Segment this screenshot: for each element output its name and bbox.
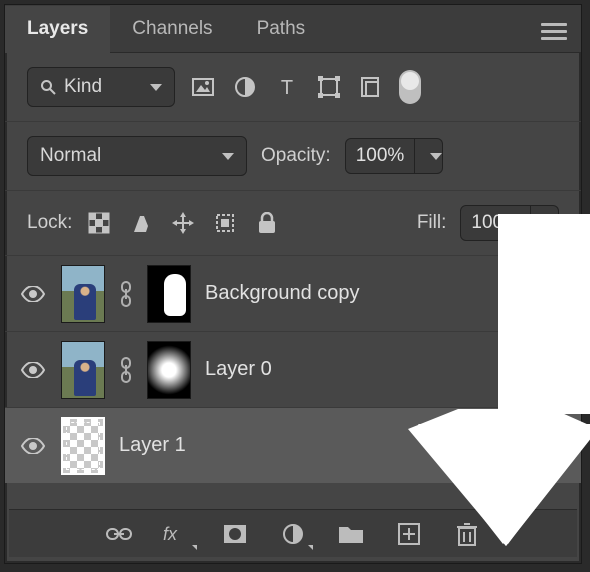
layer-name[interactable]: Layer 1: [119, 434, 567, 457]
layer-row[interactable]: Background copy: [5, 255, 581, 331]
tab-layers[interactable]: Layers: [5, 6, 110, 53]
layer-fx-icon[interactable]: fx: [163, 520, 191, 548]
lock-all-icon[interactable]: [254, 210, 280, 236]
opacity-stepper[interactable]: [415, 138, 443, 174]
mask-thumbnail[interactable]: [147, 265, 191, 323]
filter-kind-label: Kind: [64, 76, 102, 98]
blend-row: Normal Opacity: 100%: [5, 122, 581, 191]
layers-list: Background copy Layer 0 Layer 1: [5, 255, 581, 483]
chevron-down-icon: [430, 153, 442, 160]
layer-name[interactable]: Background copy: [205, 282, 567, 305]
delete-layer-icon[interactable]: [453, 520, 481, 548]
submenu-indicator-icon: [192, 545, 197, 550]
tab-paths[interactable]: Paths: [235, 5, 328, 52]
visibility-toggle[interactable]: [19, 432, 47, 460]
fill-input[interactable]: 100%: [460, 205, 531, 241]
filter-kind-dropdown[interactable]: Kind: [27, 67, 175, 107]
fill-stepper[interactable]: [531, 205, 559, 241]
layer-name[interactable]: Layer 0: [205, 358, 567, 381]
filter-shape-icon[interactable]: [315, 73, 343, 101]
lock-row: Lock: Fill: 100%: [5, 191, 581, 255]
tab-bar: Layers Channels Paths: [5, 5, 581, 53]
opacity-label: Opacity:: [261, 145, 331, 167]
blend-mode-value: Normal: [40, 145, 101, 167]
chevron-down-icon: [222, 153, 234, 160]
chevron-down-icon: [150, 84, 162, 91]
fill-field-wrap: 100%: [460, 205, 559, 241]
svg-text:T: T: [281, 77, 293, 97]
lock-position-icon[interactable]: [170, 210, 196, 236]
chevron-down-icon: [546, 220, 558, 227]
opacity-input[interactable]: 100%: [345, 138, 416, 174]
layer-row[interactable]: Layer 0: [5, 331, 581, 407]
lock-artboard-icon[interactable]: [212, 210, 238, 236]
filter-pixel-icon[interactable]: [189, 73, 217, 101]
layer-row[interactable]: Layer 1: [5, 407, 581, 483]
layer-thumbnail[interactable]: [61, 265, 105, 323]
filter-smartobject-icon[interactable]: [357, 73, 385, 101]
layer-filter-row: Kind T: [5, 53, 581, 122]
lock-image-icon[interactable]: [128, 210, 154, 236]
new-adjustment-icon[interactable]: [279, 520, 307, 548]
lock-icons: [86, 210, 280, 236]
filter-adjustment-icon[interactable]: [231, 73, 259, 101]
blend-mode-dropdown[interactable]: Normal: [27, 136, 247, 176]
visibility-toggle[interactable]: [19, 356, 47, 384]
tab-channels[interactable]: Channels: [110, 5, 234, 52]
mask-link-icon[interactable]: [119, 279, 133, 309]
lock-label: Lock:: [27, 212, 72, 234]
layer-thumbnail[interactable]: [61, 341, 105, 399]
new-layer-icon[interactable]: [395, 520, 423, 548]
opacity-field-wrap: 100%: [345, 138, 444, 174]
visibility-toggle[interactable]: [19, 280, 47, 308]
filter-type-icon[interactable]: T: [273, 73, 301, 101]
fill-label: Fill:: [417, 212, 447, 234]
svg-text:fx: fx: [163, 524, 178, 544]
mask-thumbnail[interactable]: [147, 341, 191, 399]
search-icon: [40, 79, 56, 95]
layers-panel: Layers Channels Paths Kind T: [4, 4, 582, 564]
link-layers-icon[interactable]: [105, 520, 133, 548]
panel-menu-icon[interactable]: [541, 19, 567, 39]
add-mask-icon[interactable]: [221, 520, 249, 548]
filter-toggle[interactable]: [399, 70, 421, 104]
layers-bottom-bar: fx: [9, 509, 577, 557]
lock-transparency-icon[interactable]: [86, 210, 112, 236]
submenu-indicator-icon: [308, 545, 313, 550]
mask-link-icon[interactable]: [119, 355, 133, 385]
new-group-icon[interactable]: [337, 520, 365, 548]
layer-thumbnail[interactable]: [61, 417, 105, 475]
